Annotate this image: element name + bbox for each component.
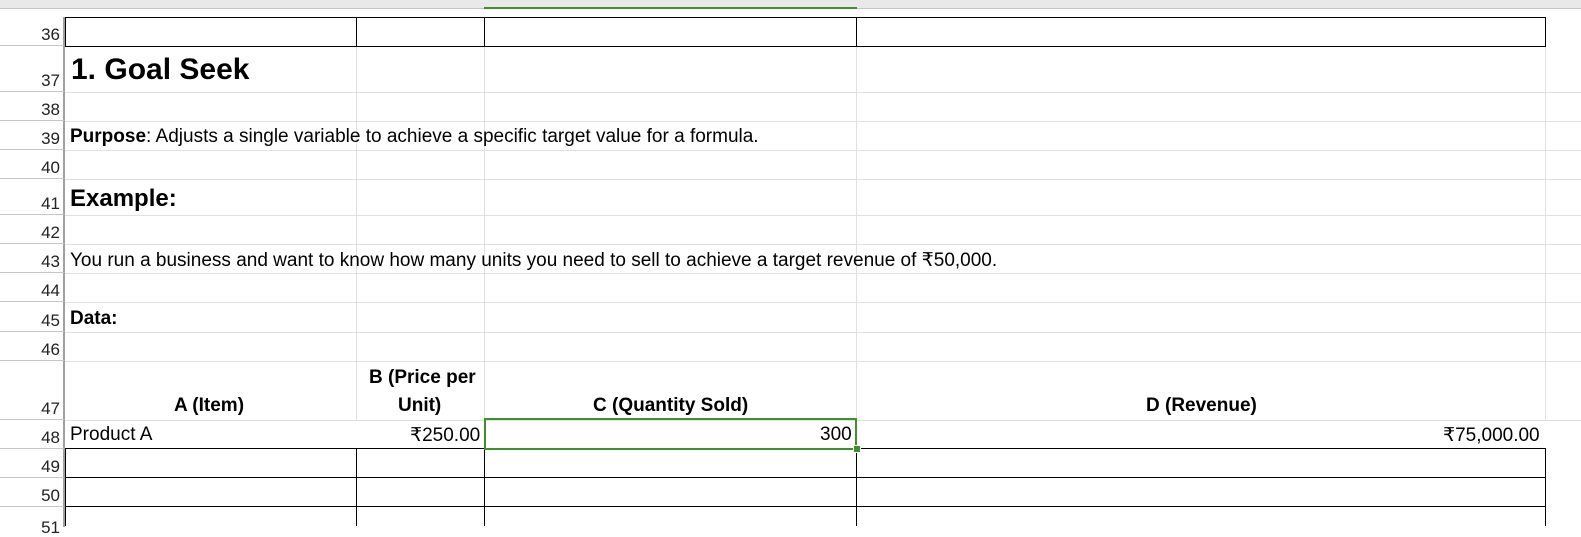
row-number: 38 [41, 100, 60, 119]
gridline-col-c [484, 46, 485, 421]
table-cell[interactable] [65, 448, 357, 478]
spreadsheet-grid: 36 37 38 39 40 41 42 43 44 45 46 47 48 4… [0, 0, 1581, 536]
gridline-row [65, 215, 1581, 216]
header-price-line1[interactable]: B (Price per [369, 367, 476, 389]
gridline-row [65, 179, 1581, 180]
row-header[interactable]: 37 [0, 46, 65, 92]
purpose-line[interactable]: Purpose: Adjusts a single variable to ac… [70, 126, 759, 148]
gridline-row [65, 150, 1581, 151]
row-header[interactable]: 50 [0, 478, 65, 507]
gridline-col-d [856, 46, 857, 421]
table-cell[interactable] [856, 448, 1546, 478]
row-number: 45 [41, 311, 60, 330]
row-header[interactable]: 40 [0, 150, 65, 179]
row-number: 41 [41, 194, 60, 213]
row-header[interactable]: 48 [0, 420, 65, 449]
data-heading[interactable]: Data: [70, 308, 118, 330]
row-number: 49 [41, 457, 60, 476]
gridline-row [65, 302, 1581, 303]
row-header[interactable]: 42 [0, 215, 65, 244]
table-cell[interactable] [65, 506, 357, 526]
gridline-col-b [356, 46, 357, 421]
table-cell[interactable] [356, 17, 485, 47]
row-number: 48 [41, 428, 60, 447]
table-cell[interactable] [484, 477, 857, 507]
table-cell[interactable] [356, 448, 485, 478]
scenario-text[interactable]: You run a business and want to know how … [70, 249, 997, 272]
gridline-row [65, 273, 1581, 274]
cell-price[interactable]: ₹250.00 [410, 424, 480, 447]
gridline-row [65, 92, 1581, 93]
row-header[interactable]: 43 [0, 244, 65, 273]
header-item[interactable]: A (Item) [174, 395, 244, 417]
gridline-row [65, 121, 1581, 122]
cell-revenue[interactable]: ₹75,000.00 [1443, 424, 1540, 447]
row-header[interactable]: 49 [0, 449, 65, 478]
table-cell[interactable] [856, 477, 1546, 507]
row-header[interactable]: 51 [0, 507, 65, 536]
row-number: 36 [41, 25, 60, 44]
row-number: 39 [41, 129, 60, 148]
row-header[interactable]: 39 [0, 121, 65, 150]
row-number: 47 [41, 399, 60, 418]
example-heading[interactable]: Example: [70, 185, 177, 213]
cell-item[interactable]: Product A [70, 424, 152, 446]
gridline-row [65, 332, 1581, 333]
header-quantity[interactable]: C (Quantity Sold) [593, 395, 748, 417]
page-title[interactable]: 1. Goal Seek [71, 53, 249, 87]
row-number: 44 [41, 281, 60, 300]
header-revenue[interactable]: D (Revenue) [1146, 395, 1257, 417]
row-header[interactable]: 46 [0, 332, 65, 361]
row-number: 40 [41, 158, 60, 177]
gridline-row [65, 361, 1581, 362]
row-number: 42 [41, 223, 60, 242]
table-cell[interactable] [484, 448, 857, 478]
header-price-line2[interactable]: Unit) [398, 395, 441, 417]
row-header[interactable]: 45 [0, 302, 65, 332]
table-cell[interactable] [65, 17, 357, 47]
purpose-text: : Adjusts a single variable to achieve a… [146, 126, 759, 147]
row-header[interactable]: 41 [0, 179, 65, 215]
gridline-row [65, 244, 1581, 245]
table-cell[interactable] [856, 506, 1546, 526]
row-number: 43 [41, 252, 60, 271]
row-number: 37 [41, 71, 60, 90]
table-cell[interactable] [484, 17, 857, 47]
fill-handle[interactable] [853, 445, 861, 453]
row-number: 46 [41, 340, 60, 359]
row-header[interactable]: 36 [0, 17, 65, 46]
row-number: 51 [41, 518, 60, 537]
table-cell[interactable] [356, 477, 485, 507]
row-header[interactable]: 44 [0, 273, 65, 302]
gridline-col-e [1545, 46, 1546, 421]
purpose-label: Purpose [70, 126, 147, 147]
previous-selection-edge [484, 7, 857, 9]
table-cell[interactable] [356, 506, 485, 526]
table-cell[interactable] [484, 506, 857, 526]
row-number: 50 [41, 486, 60, 505]
active-cell-selection[interactable] [484, 418, 857, 450]
table-cell[interactable] [856, 17, 1546, 47]
table-cell[interactable] [65, 477, 357, 507]
row-header[interactable]: 47 [0, 361, 65, 420]
row-header[interactable]: 38 [0, 92, 65, 121]
